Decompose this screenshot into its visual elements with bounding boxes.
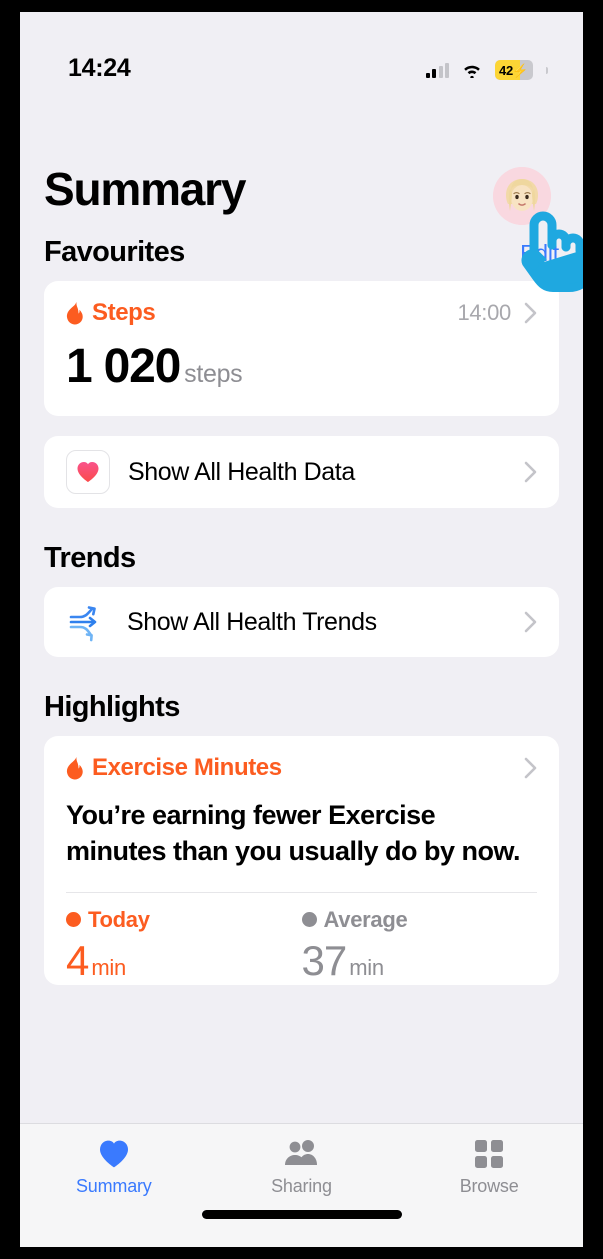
steps-card[interactable]: Steps 14:00 1 020 steps <box>44 281 559 416</box>
chevron-right-icon[interactable] <box>524 757 537 779</box>
people-icon <box>282 1136 320 1172</box>
trends-title: Trends <box>44 542 136 574</box>
show-all-health-data-row[interactable]: Show All Health Data <box>44 436 559 508</box>
grid-icon <box>474 1136 504 1172</box>
show-all-health-data-label: Show All Health Data <box>128 457 355 486</box>
show-all-health-trends-label: Show All Health Trends <box>127 607 377 636</box>
battery-cap <box>546 66 548 74</box>
stat-today-unit: min <box>91 954 126 980</box>
flame-icon <box>66 301 83 325</box>
show-all-health-trends-row[interactable]: Show All Health Trends <box>44 587 559 657</box>
stat-average: Average 37 min <box>301 906 538 985</box>
stat-average-value-row: 37 min <box>302 937 538 985</box>
stat-today-label: Today <box>88 906 150 932</box>
cellular-bars-icon <box>425 62 449 78</box>
steps-value-row: 1 020 steps <box>66 339 537 394</box>
tab-sharing-label: Sharing <box>271 1176 332 1196</box>
highlight-card-header: Exercise Minutes <box>66 754 537 782</box>
health-heart-icon <box>66 450 110 494</box>
steps-label: Steps <box>92 299 156 326</box>
steps-count: 1 020 <box>66 340 181 393</box>
steps-card-header: Steps 14:00 <box>66 299 537 327</box>
stat-today-value-row: 4 min <box>66 937 302 985</box>
tab-sharing[interactable]: Sharing <box>208 1136 396 1247</box>
stat-today-value: 4 <box>66 936 89 984</box>
tab-summary[interactable]: Summary <box>20 1136 208 1247</box>
average-dot <box>301 912 317 928</box>
stat-average-legend: Average <box>301 906 538 933</box>
chevron-right-icon[interactable] <box>524 461 537 483</box>
tab-browse-label: Browse <box>459 1176 519 1196</box>
stat-today: Today 4 min <box>66 907 302 985</box>
highlight-body-text: You’re earning fewer Exercise minutes th… <box>66 800 521 866</box>
wifi-icon <box>464 65 480 78</box>
tab-browse[interactable]: Browse <box>395 1136 583 1247</box>
status-bar-time: 14:24 <box>68 54 131 82</box>
home-indicator[interactable] <box>201 1210 402 1219</box>
chevron-right-icon[interactable] <box>524 611 537 633</box>
device-frame: 14:24 42 ⚡ Summary Favourites Edit Steps… <box>0 0 603 1259</box>
stat-today-legend: Today <box>66 907 302 933</box>
stat-average-unit: min <box>349 954 384 980</box>
exercise-minutes-label: Exercise Minutes <box>92 754 282 781</box>
heart-icon <box>98 1136 130 1172</box>
steps-unit: steps <box>184 360 243 388</box>
today-dot <box>66 912 81 928</box>
steps-timestamp: 14:00 <box>457 300 511 325</box>
battery-icon: 42 ⚡ <box>495 60 533 80</box>
battery-charging-bolt-icon: ⚡ <box>512 62 529 78</box>
chevron-right-icon[interactable] <box>524 302 537 324</box>
battery-percent: 42 <box>499 62 514 78</box>
favourites-section-header: Favourites Edit <box>44 236 559 269</box>
stat-average-value: 37 <box>301 936 348 984</box>
tab-bar: Summary Sharing Browse <box>20 1123 583 1247</box>
tab-summary-label: Summary <box>76 1176 152 1196</box>
status-bar-indicators: 42 ⚡ <box>425 60 548 80</box>
scroll-content[interactable]: Summary Favourites Edit Steps 14:00 1 02… <box>20 84 583 985</box>
highlights-title: Highlights <box>44 691 180 723</box>
trends-arrows-icon <box>69 606 97 642</box>
exercise-minutes-highlight-card[interactable]: Exercise Minutes You’re earning fewer Ex… <box>44 736 559 985</box>
stat-average-label: Average <box>323 906 408 932</box>
edit-button[interactable]: Edit <box>520 240 559 269</box>
flame-icon <box>66 756 83 780</box>
status-bar: 14:24 42 ⚡ <box>20 12 583 84</box>
profile-avatar[interactable] <box>493 167 551 225</box>
favourites-title: Favourites <box>44 236 185 268</box>
phone-screen: 14:24 42 ⚡ Summary Favourites Edit Steps… <box>20 12 583 1247</box>
highlight-stats: Today 4 min Average 37 min <box>66 893 537 985</box>
